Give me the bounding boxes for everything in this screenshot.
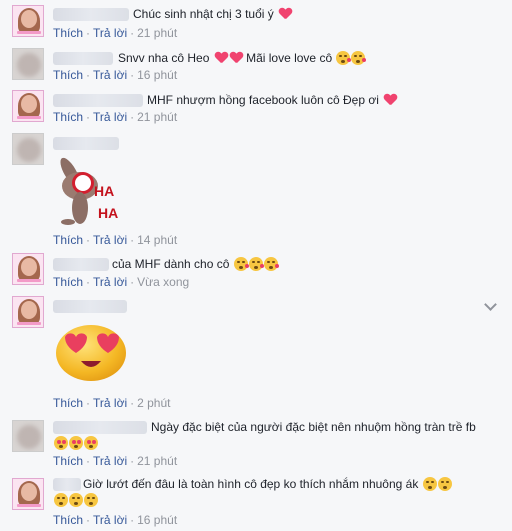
reply-link[interactable]: Trả lời	[93, 454, 127, 468]
like-link[interactable]: Thích	[53, 454, 83, 468]
comment-text: Chúc sinh nhật chị 3 tuổi ý	[133, 7, 274, 21]
kissing-face-icon	[422, 477, 437, 491]
reply-link[interactable]: Trả lời	[93, 68, 127, 82]
commenter-name[interactable]	[53, 478, 81, 491]
heart-eyes-face-icon	[69, 436, 83, 450]
timestamp[interactable]: 21 phút	[137, 26, 177, 40]
heart-icon	[215, 52, 228, 64]
like-link[interactable]: Thích	[53, 110, 83, 124]
commenter-name[interactable]	[53, 8, 129, 21]
commenter-name[interactable]	[53, 300, 127, 313]
like-link[interactable]: Thích	[53, 396, 83, 410]
kissing-face-icon	[84, 493, 98, 507]
like-link[interactable]: Thích	[53, 233, 83, 247]
reply-link[interactable]: Trả lời	[93, 275, 127, 289]
timestamp[interactable]: Vừa xong	[137, 275, 189, 289]
commenter-name[interactable]	[53, 137, 119, 150]
avatar[interactable]	[12, 253, 44, 285]
like-link[interactable]: Thích	[53, 513, 83, 527]
reply-link[interactable]: Trả lời	[93, 233, 127, 247]
like-link[interactable]: Thích	[53, 26, 83, 40]
comment-text: Giờ lướt đến đâu là toàn hình cô đẹp ko …	[83, 477, 419, 491]
heart-eyes-face-icon[interactable]	[53, 323, 129, 381]
kissing-face-icon	[69, 493, 83, 507]
laughing-rabbit-sticker[interactable]: HA HA	[50, 150, 140, 230]
kissing-face-icon	[336, 51, 352, 65]
like-link[interactable]: Thích	[53, 275, 83, 289]
kissing-face-icon	[351, 51, 367, 65]
kissing-face-icon	[233, 257, 249, 271]
heart-icon	[230, 52, 243, 64]
heart-icon	[384, 94, 397, 106]
comment-text-2: Mãi love love cô	[246, 51, 333, 65]
avatar[interactable]	[12, 296, 44, 328]
timestamp[interactable]: 21 phút	[137, 110, 177, 124]
comment-text: MHF nhượm hồng facebook luôn cô Đẹp ơi	[147, 93, 379, 107]
reply-link[interactable]: Trả lời	[93, 513, 127, 527]
timestamp[interactable]: 14 phút	[137, 233, 177, 247]
timestamp[interactable]: 16 phút	[137, 68, 177, 82]
avatar[interactable]	[12, 478, 44, 510]
kissing-face-icon	[263, 257, 279, 271]
kissing-face-icon	[437, 477, 452, 491]
heart-eyes-face-icon	[84, 436, 98, 450]
timestamp[interactable]: 2 phút	[137, 396, 170, 410]
commenter-name[interactable]	[53, 258, 109, 271]
reply-link[interactable]: Trả lời	[93, 396, 127, 410]
sticker-text: HA HA	[94, 183, 118, 221]
heart-icon	[279, 8, 292, 20]
like-link[interactable]: Thích	[53, 68, 83, 82]
reply-link[interactable]: Trả lời	[93, 110, 127, 124]
reply-link[interactable]: Trả lời	[93, 26, 127, 40]
comment-text: Ngày đặc biệt của người đặc biệt nên nhu…	[151, 420, 476, 434]
commenter-name[interactable]	[53, 52, 113, 65]
avatar[interactable]	[12, 48, 44, 80]
timestamp[interactable]: 21 phút	[137, 454, 177, 468]
avatar[interactable]	[12, 5, 44, 37]
kissing-face-icon	[54, 493, 68, 507]
chevron-down-icon[interactable]	[484, 298, 497, 311]
commenter-name[interactable]	[53, 94, 143, 107]
comment-text: Snvv nha cô Heo	[118, 51, 210, 65]
avatar[interactable]	[12, 133, 44, 165]
timestamp[interactable]: 16 phút	[137, 513, 177, 527]
avatar[interactable]	[12, 90, 44, 122]
comment-text: của MHF dành cho cô	[112, 257, 230, 271]
commenter-name[interactable]	[53, 421, 147, 434]
avatar[interactable]	[12, 420, 44, 452]
heart-eyes-face-icon	[54, 436, 68, 450]
kissing-face-icon	[248, 257, 264, 271]
